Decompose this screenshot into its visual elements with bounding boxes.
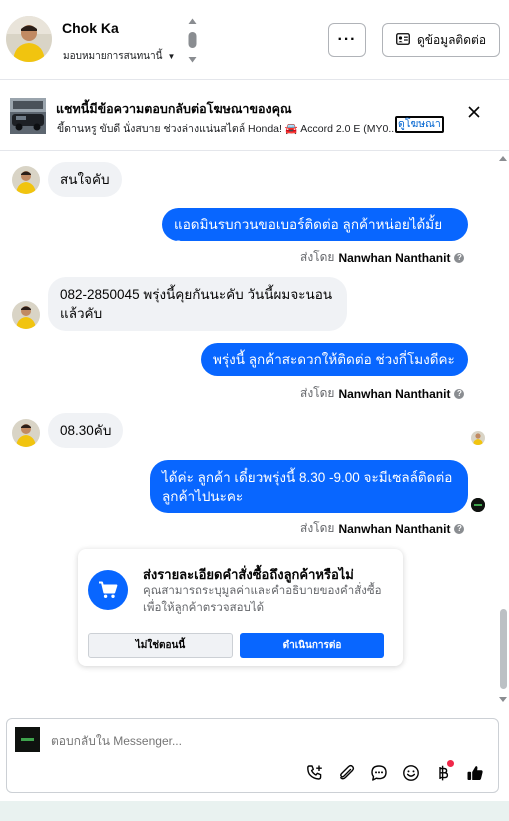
emoji-icon[interactable] bbox=[401, 763, 421, 783]
composer-toolbar bbox=[305, 760, 485, 783]
view-ad-link[interactable]: ดูโฆษณา bbox=[395, 116, 444, 133]
chat-scrollbar-thumb[interactable] bbox=[500, 609, 507, 689]
payment-baht-icon[interactable] bbox=[433, 760, 454, 783]
contact-avatar[interactable] bbox=[6, 16, 52, 62]
order-prompt-title: ส่งรายละเอียดคำสั่งซื้อถึงลูกค้าหรือไม่ bbox=[143, 567, 354, 582]
info-icon[interactable]: ? bbox=[454, 388, 465, 399]
ad-reply-banner: แชทนี้มีข้อความตอบกลับต่อโฆษณาของคุณ ขี้… bbox=[0, 81, 509, 151]
contact-avatar-small bbox=[12, 301, 40, 329]
reply-input[interactable] bbox=[51, 734, 351, 748]
view-contact-details-button[interactable]: ดูข้อมูลติดต่อ bbox=[382, 23, 500, 57]
info-icon[interactable]: ? bbox=[454, 523, 465, 534]
page-avatar bbox=[15, 727, 40, 752]
sent-by-label: ส่งโดย Nanwhan Nanthanit ? bbox=[300, 248, 465, 267]
add-call-icon[interactable] bbox=[305, 763, 325, 783]
thumbs-up-icon[interactable] bbox=[465, 763, 485, 783]
sender-name[interactable]: Nanwhan Nanthanit bbox=[338, 522, 450, 536]
header-scroll-control[interactable] bbox=[187, 17, 198, 65]
message-bubble-incoming: สนใจคับ bbox=[48, 162, 122, 197]
sender-name[interactable]: Nanwhan Nanthanit bbox=[338, 387, 450, 401]
notification-dot bbox=[447, 760, 454, 767]
conversation-header: Chok Ka มอบหมายการสนทนานี้ ▼ ··· ดูข้อมู… bbox=[0, 0, 509, 80]
page-avatar-small bbox=[471, 498, 485, 512]
ad-banner-subtitle: ขี้ดานหรู ขับดี นั่งสบาย ช่วงล่างแน่นสไต… bbox=[57, 123, 398, 135]
message-bubble-incoming: 08.30คับ bbox=[48, 413, 124, 448]
message-bubble-outgoing: แอดมินรบกวนขอเบอร์ติดต่อ ลูกค้าหน่อยได้ม… bbox=[162, 208, 468, 251]
ad-banner-title: แชทนี้มีข้อความตอบกลับต่อโฆษณาของคุณ bbox=[56, 102, 292, 116]
info-icon[interactable]: ? bbox=[454, 252, 465, 263]
order-prompt-description: คุณสามารถระบุมูลค่าและคำอธิบายของคำสั่งซ… bbox=[143, 585, 382, 614]
more-options-button[interactable]: ··· bbox=[328, 23, 366, 57]
view-contact-details-label: ดูข้อมูลติดต่อ bbox=[416, 32, 487, 47]
message-bubble-outgoing: ได้ค่ะ ลูกค้า เดี๋ยวพรุ่งนี้ 8.30 -9.00 … bbox=[150, 460, 468, 513]
caret-down-icon: ▼ bbox=[167, 52, 176, 61]
not-now-button[interactable]: ไม่ใช่ตอนนี้ bbox=[88, 633, 233, 658]
shopping-cart-icon bbox=[88, 570, 128, 610]
assign-conversation-dropdown[interactable]: มอบหมายการสนทนานี้ ▼ bbox=[63, 49, 175, 64]
message-composer bbox=[6, 718, 499, 793]
message-bubble-outgoing: พรุ่งนี้ ลูกค้าสะดวกให้ติดต่อ ช่วงกี่โมง… bbox=[201, 343, 468, 376]
assign-label: มอบหมายการสนทนานี้ bbox=[63, 51, 163, 62]
close-icon[interactable] bbox=[468, 105, 480, 123]
attachment-icon[interactable] bbox=[337, 763, 357, 783]
contact-name[interactable]: Chok Ka bbox=[62, 20, 119, 36]
sender-name[interactable]: Nanwhan Nanthanit bbox=[338, 251, 450, 265]
contact-card-icon bbox=[396, 32, 410, 48]
order-details-prompt: ส่งรายละเอียดคำสั่งซื้อถึงลูกค้าหรือไม่ … bbox=[78, 549, 403, 666]
sent-by-label: ส่งโดย Nanwhan Nanthanit ? bbox=[300, 384, 465, 403]
seen-receipt-avatar bbox=[471, 431, 485, 445]
ad-thumbnail[interactable] bbox=[10, 98, 46, 134]
continue-button[interactable]: ดำเนินการต่อ bbox=[240, 633, 384, 658]
sent-by-label: ส่งโดย Nanwhan Nanthanit ? bbox=[300, 519, 465, 538]
contact-avatar-small bbox=[12, 166, 40, 194]
saved-replies-icon[interactable] bbox=[369, 763, 389, 783]
message-bubble-incoming: 082-2850045 พรุ่งนี้คุยกันนะคับ วันนี้ผม… bbox=[48, 277, 347, 331]
contact-avatar-small bbox=[12, 419, 40, 447]
page-footer-strip bbox=[0, 801, 509, 821]
